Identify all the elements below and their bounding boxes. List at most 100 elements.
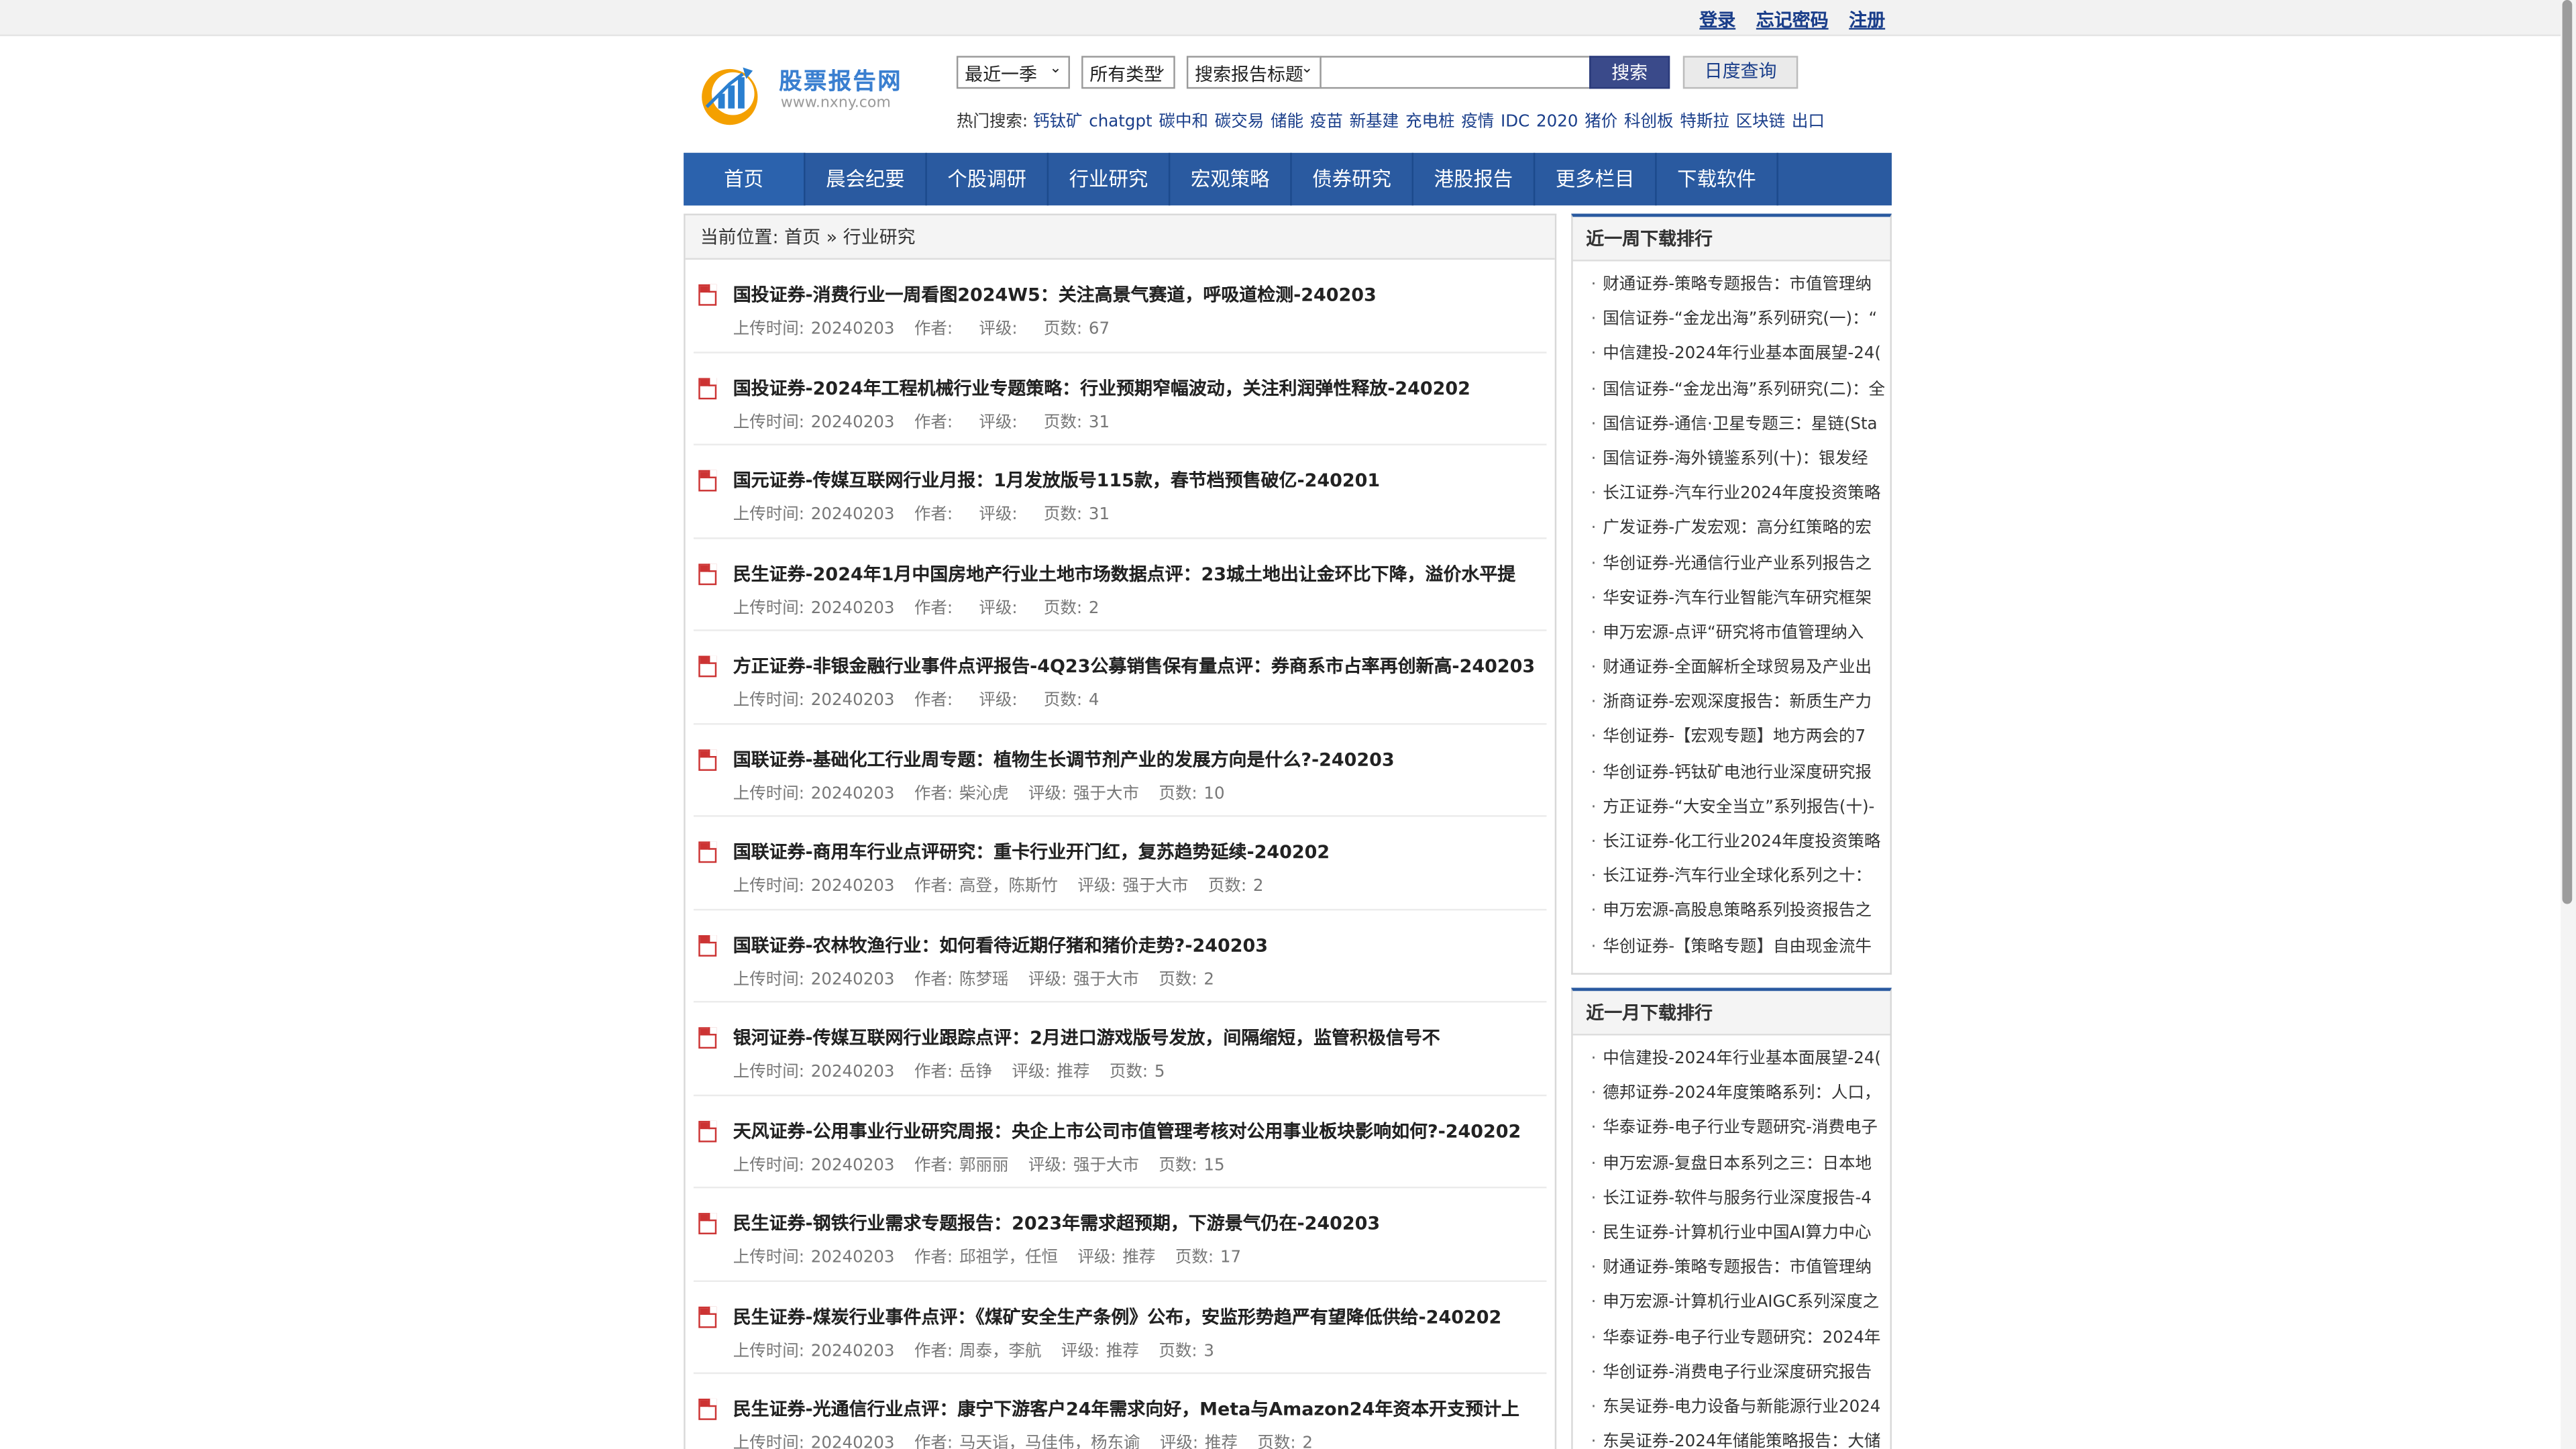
daily-query-button[interactable]: 日度查询 [1682, 56, 1799, 89]
meta-author-value: 高登，陈斯竹 [959, 877, 1058, 896]
meta-rating: 评级: 强于大市 [1028, 785, 1139, 803]
vertical-scrollbar[interactable] [2561, 0, 2576, 1449]
nav-item[interactable]: 行业研究 [1049, 152, 1171, 206]
search-input[interactable] [1320, 56, 1591, 89]
period-select-value: 最近一季 [965, 64, 1037, 86]
nav-item[interactable]: 更多栏目 [1535, 152, 1657, 206]
hot-keyword-link[interactable]: 新基建 [1350, 113, 1399, 131]
meta-pages-value: 17 [1220, 1249, 1242, 1267]
hot-keyword-link[interactable]: 钙钛矿 [1033, 113, 1083, 131]
field-select[interactable]: 搜索报告标题 ⌄ [1186, 56, 1322, 89]
report-title-link[interactable]: 国投证券-消费行业一周看图2024W5：关注高景气赛道，呼吸道检测-240203 [733, 281, 1547, 307]
meta-rating: 评级: 推荐 [1160, 1435, 1238, 1449]
ranking-item-link[interactable]: 申万宏源-高股息策略系列投资报告之 [1573, 895, 1890, 930]
hot-keyword-link[interactable]: 2020 [1536, 113, 1578, 131]
hot-keyword-link[interactable]: 区块链 [1736, 113, 1786, 131]
ranking-item-link[interactable]: 东吴证券-电力设备与新能源行业2024 [1573, 1390, 1890, 1425]
site-logo[interactable]: 股票报告网 www.nxny.com [697, 58, 911, 127]
ranking-item-link[interactable]: 国信证券-海外镜鉴系列(十)：银发经 [1573, 442, 1890, 477]
login-link[interactable]: 登录 [1699, 10, 1735, 32]
ranking-item-link[interactable]: 广发证券-广发宏观：高分红策略的宏 [1573, 512, 1890, 547]
ranking-item-link[interactable]: 长江证券-汽车行业2024年度投资策略 [1573, 477, 1890, 512]
nav-item[interactable]: 个股调研 [927, 152, 1049, 206]
ranking-item-link[interactable]: 长江证券-汽车行业全球化系列之十： [1573, 860, 1890, 895]
breadcrumb: 当前位置: 首页 » 行业研究 [685, 215, 1555, 260]
report-title-link[interactable]: 天风证券-公用事业行业研究周报：央企上市公司市值管理考核对公用事业板块影响如何?… [733, 1117, 1547, 1143]
nav-item[interactable]: 港股报告 [1413, 152, 1536, 206]
meta-author-label: 作者: [914, 1063, 953, 1082]
ranking-item-link[interactable]: 方正证券-“大安全当立”系列报告(十)- [1573, 790, 1890, 825]
report-title-link[interactable]: 国元证券-传媒互联网行业月报：1月发放版号115款，春节档预售破亿-240201 [733, 467, 1547, 493]
hot-keyword-link[interactable]: 特斯拉 [1680, 113, 1729, 131]
ranking-item-link[interactable]: 东吴证券-2024年储能策略报告：大储 [1573, 1425, 1890, 1449]
report-meta: 上传时间: 20240203 作者: 评级: 页数: 4 [733, 686, 1119, 710]
ranking-item-link[interactable]: 华创证券-消费电子行业深度研究报告 [1573, 1355, 1890, 1390]
hot-keyword-link[interactable]: 猪价 [1585, 113, 1617, 131]
hot-keyword-link[interactable]: 科创板 [1624, 113, 1674, 131]
hot-keyword-link[interactable]: chatgpt [1089, 113, 1152, 131]
ranking-item-link[interactable]: 国信证券-“金龙出海”系列研究(二)：全 [1573, 372, 1890, 407]
ranking-item-link[interactable]: 华泰证券-电子行业专题研究-消费电子 [1573, 1112, 1890, 1146]
report-title-link[interactable]: 民生证券-光通信行业点评：康宁下游客户24年需求向好，Meta与Amazon24… [733, 1395, 1547, 1421]
hot-keyword-link[interactable]: 碳交易 [1215, 113, 1265, 131]
monthly-ranking-list: 中信建投-2024年行业基本面展望-24(德邦证券-2024年度策略系列：人口，… [1573, 1036, 1890, 1449]
meta-date-label: 上传时间: [733, 1249, 804, 1267]
ranking-item-link[interactable]: 申万宏源-复盘日本系列之三：日本地 [1573, 1146, 1890, 1181]
nav-item[interactable]: 债券研究 [1292, 152, 1413, 206]
hot-keyword-link[interactable]: 充电桩 [1405, 113, 1455, 131]
report-title-link[interactable]: 方正证券-非银金融行业事件点评报告-4Q23公募销售保有量点评：券商系市占率再创… [733, 653, 1547, 679]
report-title-link[interactable]: 国投证券-2024年工程机械行业专题策略：行业预期窄幅波动，关注利润弹性释放-2… [733, 374, 1547, 400]
report-title-link[interactable]: 民生证券-2024年1月中国房地产行业土地市场数据点评：23城土地出让金环比下降… [733, 559, 1547, 586]
hot-keyword-link[interactable]: IDC [1501, 113, 1529, 131]
ranking-item-link[interactable]: 华创证券-钙钛矿电池行业深度研究报 [1573, 755, 1890, 790]
weekly-ranking-title: 近一周下载排行 [1572, 217, 1890, 262]
search-button[interactable]: 搜索 [1589, 56, 1670, 89]
ranking-item-link[interactable]: 长江证券-软件与服务行业深度报告-4 [1573, 1181, 1890, 1216]
hot-keyword-link[interactable]: 出口 [1792, 113, 1825, 131]
ranking-item-link[interactable]: 申万宏源-点评“研究将市值管理纳入 [1573, 616, 1890, 651]
ranking-item-link[interactable]: 华泰证券-电子行业专题研究：2024年 [1573, 1321, 1890, 1356]
ranking-item-link[interactable]: 财通证券-全面解析全球贸易及产业出 [1573, 651, 1890, 686]
report-title-link[interactable]: 国联证券-商用车行业点评研究：重卡行业开门红，复苏趋势延续-240202 [733, 839, 1547, 865]
ranking-item-link[interactable]: 申万宏源-计算机行业AIGC系列深度之 [1573, 1286, 1890, 1321]
ranking-item-link[interactable]: 长江证券-化工行业2024年度投资策略 [1573, 825, 1890, 860]
report-title-link[interactable]: 民生证券-煤炭行业事件点评：《煤矿安全生产条例》公布，安监形势趋严有望降低供给-… [733, 1303, 1547, 1329]
meta-date: 上传时间: 20240203 [733, 1157, 895, 1175]
ranking-item-link[interactable]: 国信证券-“金龙出海”系列研究(一)：“ [1573, 303, 1890, 337]
ranking-item-link[interactable]: 华创证券-【宏观专题】地方两会的7 [1573, 720, 1890, 755]
hot-keyword-link[interactable]: 储能 [1271, 113, 1303, 131]
scrollbar-thumb[interactable] [2562, 0, 2573, 904]
nav-item[interactable]: 下载软件 [1657, 152, 1778, 206]
meta-pages: 页数: 10 [1159, 785, 1224, 803]
report-title-link[interactable]: 民生证券-钢铁行业需求专题报告：2023年需求超预期，下游景气仍在-240203 [733, 1210, 1547, 1236]
period-select[interactable]: 最近一季 ⌄ [956, 56, 1070, 89]
meta-pages: 页数: 3 [1159, 1342, 1214, 1360]
report-title-link[interactable]: 银河证券-传媒互联网行业跟踪点评：2月进口游戏版号发放，间隔缩短，监管积极信号不 [733, 1024, 1547, 1050]
meta-rating: 评级: [979, 321, 1024, 339]
report-title-link[interactable]: 国联证券-农林牧渔行业：如何看待近期仔猪和猪价走势?-240203 [733, 931, 1547, 957]
register-link[interactable]: 注册 [1849, 10, 1885, 32]
ranking-item-link[interactable]: 中信建投-2024年行业基本面展望-24( [1573, 1042, 1890, 1077]
ranking-item-link[interactable]: 民生证券-计算机行业中国AI算力中心 [1573, 1216, 1890, 1251]
report-meta: 上传时间: 20240203 作者: 评级: 页数: 31 [733, 500, 1130, 525]
nav-item[interactable]: 首页 [684, 152, 806, 206]
nav-item[interactable]: 晨会纪要 [806, 152, 927, 206]
ranking-item-link[interactable]: 浙商证券-宏观深度报告：新质生产力 [1573, 686, 1890, 720]
ranking-item-link[interactable]: 华创证券-【策略专题】自由现金流牛 [1573, 930, 1890, 965]
hot-keyword-link[interactable]: 碳中和 [1159, 113, 1208, 131]
ranking-item-link[interactable]: 财通证券-策略专题报告：市值管理纳 [1573, 268, 1890, 303]
ranking-item-link[interactable]: 国信证券-通信·卫星专题三：星链(Sta [1573, 407, 1890, 442]
type-select[interactable]: 所有类型 ⌄ [1081, 56, 1175, 89]
meta-date-label: 上传时间: [733, 1342, 804, 1360]
nav-item[interactable]: 宏观策略 [1170, 152, 1292, 206]
forgot-password-link[interactable]: 忘记密码 [1756, 10, 1829, 32]
hot-keyword-link[interactable]: 疫情 [1461, 113, 1494, 131]
logo-name: 股票报告网 [779, 68, 903, 96]
hot-keyword-link[interactable]: 疫苗 [1310, 113, 1343, 131]
ranking-item-link[interactable]: 财通证券-策略专题报告：市值管理纳 [1573, 1251, 1890, 1286]
ranking-item-link[interactable]: 华安证券-汽车行业智能汽车研究框架 [1573, 582, 1890, 616]
ranking-item-link[interactable]: 中信建投-2024年行业基本面展望-24( [1573, 337, 1890, 372]
report-title-link[interactable]: 国联证券-基础化工行业周专题：植物生长调节剂产业的发展方向是什么?-240203 [733, 745, 1547, 771]
ranking-item-link[interactable]: 华创证券-光通信行业产业系列报告之 [1573, 547, 1890, 582]
ranking-item-link[interactable]: 德邦证券-2024年度策略系列：人口， [1573, 1077, 1890, 1112]
